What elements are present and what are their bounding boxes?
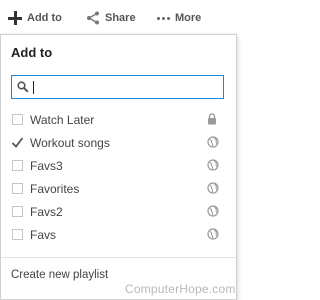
playlist-item-watch-later[interactable]: Watch Later — [1, 108, 238, 131]
playlist-name: Watch Later — [30, 113, 95, 127]
divider — [1, 257, 236, 258]
more-label: More — [175, 12, 202, 24]
panel-title: Add to — [11, 45, 53, 60]
playlist-list: Watch Later Workout songs Favs3 Favorite… — [1, 108, 238, 246]
globe-icon — [207, 205, 219, 217]
playlist-item-favs[interactable]: Favs — [1, 223, 238, 246]
playlist-name: Favs2 — [30, 205, 63, 219]
playlist-checkbox[interactable] — [12, 114, 23, 125]
playlist-item-favorites[interactable]: Favorites — [1, 177, 238, 200]
checkmark-icon — [11, 137, 24, 148]
globe-icon — [207, 228, 219, 240]
add-to-button[interactable]: Add to — [8, 0, 62, 36]
playlist-item-workout-songs[interactable]: Workout songs — [1, 131, 238, 154]
share-button[interactable]: Share — [86, 0, 136, 36]
playlist-checkbox[interactable] — [12, 183, 23, 194]
playlist-name: Workout songs — [30, 136, 110, 150]
playlist-checkbox-checked[interactable] — [11, 137, 24, 148]
plus-icon — [8, 11, 22, 25]
create-new-playlist-link[interactable]: Create new playlist — [11, 269, 108, 281]
playlist-item-favs2[interactable]: Favs2 — [1, 200, 238, 223]
add-to-label: Add to — [27, 12, 62, 24]
playlist-search-input[interactable] — [32, 78, 217, 96]
globe-icon — [207, 182, 219, 194]
globe-icon — [207, 159, 219, 171]
text-caret — [33, 81, 34, 94]
lock-icon — [208, 113, 216, 125]
toolbar: Add to Share More — [0, 0, 241, 36]
share-icon — [87, 11, 99, 25]
search-icon — [17, 81, 29, 93]
more-dots-icon — [157, 16, 170, 20]
playlist-name: Favs — [30, 228, 57, 242]
share-label: Share — [105, 12, 136, 24]
playlist-search-box[interactable] — [11, 75, 224, 99]
playlist-name: Favorites — [30, 182, 80, 196]
watermark: ComputerHope.com — [125, 282, 236, 296]
playlist-checkbox[interactable] — [12, 206, 23, 217]
add-to-playlist-panel: Add to Watch Later Workout songs Favs3 F… — [0, 34, 237, 300]
more-button[interactable]: More — [157, 0, 201, 36]
playlist-checkbox[interactable] — [12, 229, 23, 240]
globe-icon — [207, 136, 219, 148]
playlist-name: Favs3 — [30, 159, 63, 173]
playlist-checkbox[interactable] — [12, 160, 23, 171]
playlist-item-favs3[interactable]: Favs3 — [1, 154, 238, 177]
